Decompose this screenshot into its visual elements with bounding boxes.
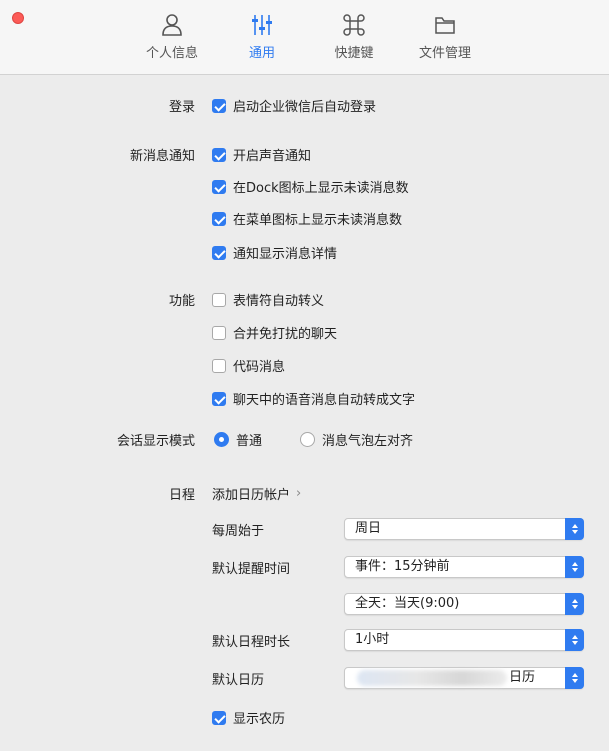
- voice-to-text-checkbox[interactable]: [212, 391, 226, 406]
- chevron-updown-icon: [565, 556, 584, 578]
- code-message-option[interactable]: 代码消息: [212, 356, 285, 375]
- code-message-checkbox[interactable]: [212, 358, 226, 373]
- chevron-updown-icon: [565, 518, 584, 540]
- tab-label: 文件管理: [418, 46, 471, 61]
- option-text: 开启声音通知: [233, 149, 312, 164]
- person-icon: [162, 14, 182, 36]
- link-text: 添加日历帐户: [212, 488, 291, 503]
- voice-to-text-option[interactable]: 聊天中的语音消息自动转成文字: [212, 389, 415, 408]
- tab-file-management[interactable]: 文件管理: [400, 12, 490, 61]
- tab-shortcuts[interactable]: 快捷键: [309, 12, 399, 61]
- select-value: 日历: [509, 670, 536, 685]
- select-value: 周日: [355, 521, 382, 536]
- show-lunar-checkbox[interactable]: [212, 710, 226, 725]
- notify-details-checkbox[interactable]: [212, 245, 226, 260]
- dock-badge-checkbox[interactable]: [212, 179, 226, 194]
- menu-badge-option[interactable]: 在菜单图标上显示未读消息数: [212, 209, 402, 228]
- show-lunar-option[interactable]: 显示农历: [212, 708, 285, 727]
- option-text: 在Dock图标上显示未读消息数: [233, 181, 409, 196]
- sliders-icon: [252, 15, 272, 35]
- tab-label: 快捷键: [334, 46, 374, 61]
- preferences-window: 个人信息 通用 快捷键 文件管理 登录 启动企业微信后自动登录 新消息通知 开启…: [0, 0, 609, 751]
- tab-general[interactable]: 通用: [217, 12, 307, 61]
- select-value: 事件：15分钟前: [355, 559, 450, 574]
- merge-muted-checkbox[interactable]: [212, 325, 226, 340]
- default-calendar-select[interactable]: 日历: [344, 667, 584, 689]
- tab-personal-info[interactable]: 个人信息: [127, 12, 217, 61]
- reminder-label: 默认提醒时间: [212, 562, 291, 577]
- event-reminder-select[interactable]: 事件：15分钟前: [344, 556, 584, 578]
- auto-login-option[interactable]: 启动企业微信后自动登录: [212, 96, 376, 115]
- notify-details-option[interactable]: 通知显示消息详情: [212, 243, 337, 262]
- close-window-button[interactable]: [12, 12, 24, 24]
- allday-reminder-select[interactable]: 全天：当天(9:00): [344, 593, 584, 615]
- mode-label: 会话显示模式: [116, 434, 195, 449]
- emoji-escape-checkbox[interactable]: [212, 292, 226, 307]
- notify-label: 新消息通知: [129, 149, 195, 164]
- mode-bubble-left-radio[interactable]: [300, 432, 315, 447]
- chevron-updown-icon: [565, 667, 584, 689]
- mode-bubble-left-option[interactable]: 消息气泡左对齐: [300, 430, 413, 449]
- mode-normal-option[interactable]: 普通: [214, 430, 262, 449]
- week-start-label: 每周始于: [212, 524, 265, 539]
- option-text: 合并免打扰的聊天: [233, 327, 338, 342]
- chevron-right-icon: ›: [296, 486, 302, 501]
- auto-login-checkbox[interactable]: [212, 98, 226, 113]
- duration-label: 默认日程时长: [212, 635, 291, 650]
- add-calendar-account-link[interactable]: 添加日历帐户 ›: [212, 484, 301, 503]
- toolbar: 个人信息 通用 快捷键 文件管理: [0, 0, 609, 75]
- dock-badge-option[interactable]: 在Dock图标上显示未读消息数: [212, 177, 409, 196]
- option-text: 代码消息: [233, 360, 286, 375]
- option-text: 在菜单图标上显示未读消息数: [233, 213, 403, 228]
- default-calendar-label: 默认日历: [212, 673, 265, 688]
- sound-notify-checkbox[interactable]: [212, 147, 226, 162]
- general-settings: 登录 启动企业微信后自动登录 新消息通知 开启声音通知 在Dock图标上显示未读…: [0, 75, 609, 751]
- schedule-label: 日程: [168, 488, 195, 503]
- sound-notify-option[interactable]: 开启声音通知: [212, 145, 311, 164]
- option-text: 消息气泡左对齐: [322, 434, 414, 449]
- emoji-escape-option[interactable]: 表情符自动转义: [212, 290, 324, 309]
- tab-label: 通用: [248, 46, 275, 61]
- mode-normal-radio[interactable]: [214, 432, 229, 447]
- option-text: 聊天中的语音消息自动转成文字: [233, 393, 416, 408]
- merge-muted-option[interactable]: 合并免打扰的聊天: [212, 323, 337, 342]
- redacted-area: [357, 670, 507, 686]
- option-text: 普通: [236, 434, 263, 449]
- option-text: 启动企业微信后自动登录: [233, 100, 377, 115]
- select-value: 1小时: [355, 632, 390, 647]
- menu-badge-checkbox[interactable]: [212, 211, 226, 226]
- chevron-updown-icon: [565, 593, 584, 615]
- command-icon: [343, 14, 365, 36]
- chevron-updown-icon: [565, 629, 584, 651]
- option-text: 通知显示消息详情: [233, 247, 338, 262]
- tab-label: 个人信息: [145, 46, 198, 61]
- login-label: 登录: [168, 100, 195, 115]
- week-start-select[interactable]: 周日: [344, 518, 584, 540]
- duration-select[interactable]: 1小时: [344, 629, 584, 651]
- folder-icon: [435, 17, 455, 34]
- features-label: 功能: [168, 294, 195, 309]
- option-text: 显示农历: [233, 712, 286, 727]
- option-text: 表情符自动转义: [233, 294, 325, 309]
- select-value: 全天：当天(9:00): [355, 596, 460, 611]
